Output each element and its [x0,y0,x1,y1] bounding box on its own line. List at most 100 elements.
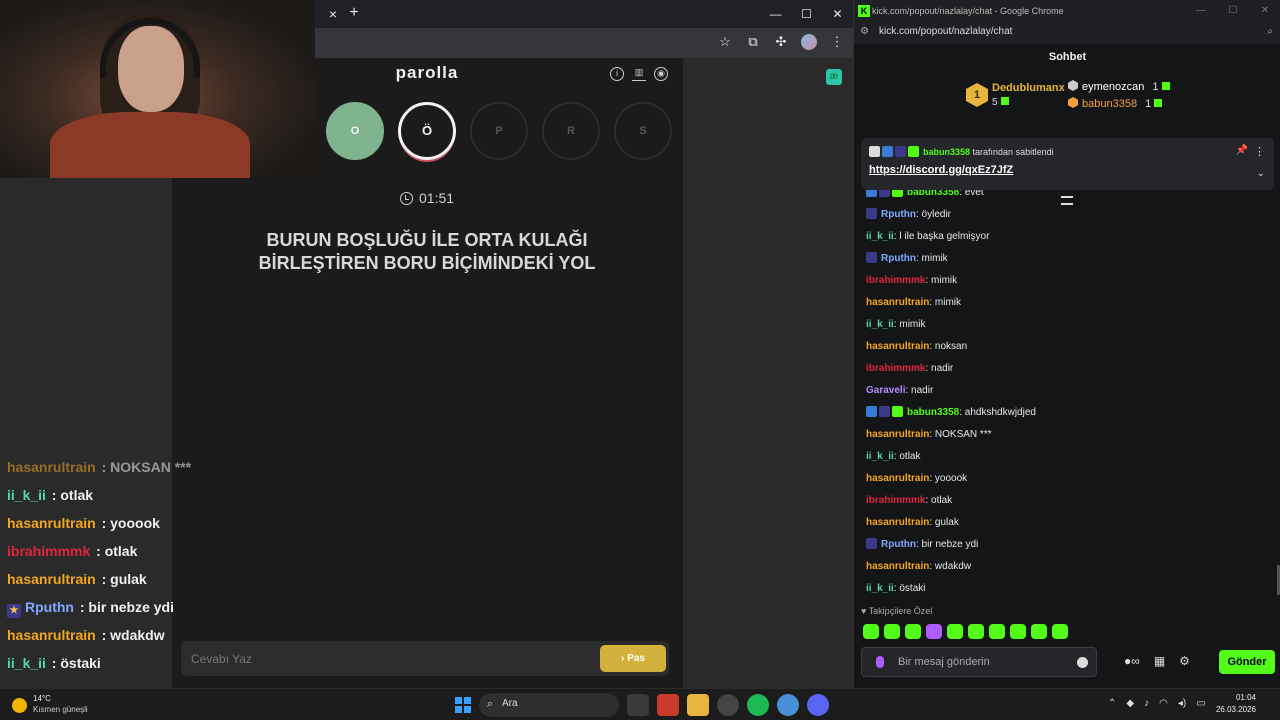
bookmark-star-icon[interactable]: ☆ [717,34,733,53]
app-icon-p[interactable] [657,694,679,716]
chat-username[interactable]: hasanrultrain [866,473,929,484]
emote-bar [863,624,1068,639]
minimize-button[interactable]: — [1185,0,1217,22]
emote-icon[interactable] [863,624,879,639]
site-settings-icon[interactable]: ⚙ [860,22,869,42]
extension-badge-icon[interactable]: æ [826,69,842,85]
emote-icon[interactable] [1031,624,1047,639]
chat-username[interactable]: ibrahimmmk [866,495,925,506]
leaderboard-user[interactable]: eymenozcan [1082,81,1144,93]
maximize-button[interactable]: ☐ [1217,0,1249,22]
chat-username[interactable]: Garaveli [866,385,905,396]
overlay-chat-user: hasanrultrain [7,571,96,587]
address-bar[interactable]: ☆ ⧉ ✣ ⋮ [315,28,853,58]
minimize-button[interactable]: — [760,0,791,28]
chat-message-text: : yooook [929,473,968,484]
overlay-chat-line: ii_k_ii : otlak [7,484,257,512]
chevron-down-icon[interactable]: ⌄ [1257,168,1265,179]
chat-window-titlebar: K kick.com/popout/nazlalay/chat - Google… [854,0,1280,22]
gift-badge-icon [892,406,903,417]
chat-message-list: babun3358: evet Rputhn: öyledir ii_k_ii: l… [866,185,1266,603]
chat-username[interactable]: hasanrultrain [866,429,929,440]
chat-username[interactable]: Rputhn [881,253,916,264]
new-tab-button[interactable]: + [346,5,362,21]
close-tab-icon[interactable]: × [325,6,341,22]
emote-icon[interactable] [1052,624,1068,639]
profile-avatar[interactable] [801,34,817,53]
microphone-icon[interactable] [876,656,884,668]
chat-username[interactable]: Rputhn [881,209,916,220]
close-window-button[interactable]: ✕ [822,0,853,28]
emoji-icon[interactable] [1077,657,1088,668]
chat-username[interactable]: hasanrultrain [866,297,929,308]
overlay-chat-text: : gulak [97,571,147,587]
unpin-icon[interactable]: 📌 [1236,145,1248,156]
windows-taskbar: 14°C Kısmen güneşli ⌕ Ara ⌃ ◆ ♪ ◠ ◂) ▭ 0… [0,688,1280,720]
leaderboard-user[interactable]: babun3358 [1082,98,1137,110]
steam-tray-icon[interactable]: ◆ [1126,698,1134,709]
emote-icon[interactable] [905,624,921,639]
profile-icon[interactable]: ◉ [654,67,668,81]
battery-icon[interactable]: ▭ [1196,698,1205,709]
chat-username[interactable]: ii_k_ii [866,583,894,594]
file-explorer-icon[interactable] [687,694,709,716]
chat-username[interactable]: Rputhn [881,539,916,550]
leaderboard-first-user[interactable]: Dedublumanx [992,82,1065,94]
store-icon[interactable]: ▦ [1154,654,1165,668]
pass-button[interactable]: › Pas [600,645,666,672]
overlay-chat-user: hasanrultrain [7,515,96,531]
chat-username[interactable]: ibrahimmmk [866,363,925,374]
more-options-icon[interactable]: ⋮ [1254,145,1265,158]
chat-username[interactable]: ii_k_ii [866,319,894,330]
maximize-button[interactable]: ☐ [791,0,822,28]
window-controls: — ☐ ✕ [760,0,853,28]
task-view-icon[interactable] [627,694,649,716]
extensions-icon[interactable]: ✣ [773,34,789,53]
settings-gear-icon[interactable]: ⚙ [1179,654,1190,668]
gift-icon [1154,99,1163,107]
emote-icon[interactable] [1010,624,1026,639]
chat-username[interactable]: hasanrultrain [866,561,929,572]
volume-icon[interactable]: ◂) [1178,698,1186,709]
chat-username[interactable]: ibrahimmmk [866,275,925,286]
chevron-up-icon[interactable]: ⌃ [1108,698,1116,709]
translate-icon[interactable]: ⧉ [745,34,761,53]
zoom-icon[interactable]: ⌕ [1267,22,1273,42]
start-button[interactable] [455,697,471,713]
emote-icon[interactable] [989,624,1005,639]
emote-icon[interactable] [884,624,900,639]
emote-icon[interactable] [968,624,984,639]
close-window-button[interactable]: ✕ [1249,0,1280,22]
gift-badge-icon [908,146,919,157]
chrome-icon[interactable] [777,694,799,716]
wifi-icon[interactable]: ◠ [1159,698,1168,709]
chat-username[interactable]: ii_k_ii [866,451,894,462]
taskbar-search[interactable]: ⌕ Ara [479,693,619,717]
overlay-chat-text: : NOKSAN *** [97,459,192,475]
send-button[interactable]: Gönder [1219,650,1275,674]
pinned-link[interactable]: https://discord.gg/qxEz7JfZ [869,164,1013,176]
chat-message-input[interactable] [898,648,1078,676]
chat-address-bar[interactable]: ⚙ kick.com/popout/nazlalay/chat ⌕ [854,22,1280,44]
info-icon[interactable]: i [610,67,624,81]
browser-menu-icon[interactable]: ⋮ [829,34,845,53]
emote-icon[interactable] [926,624,942,639]
discord-icon[interactable] [807,694,829,716]
overlay-chat-line: hasanrultrain : gulak [7,568,257,596]
steam-icon[interactable] [717,694,739,716]
chat-username[interactable]: hasanrultrain [866,517,929,528]
mic-tray-icon[interactable]: ♪ [1144,698,1149,709]
rank-badge-icon [1068,80,1078,91]
overlay-chat-user: ibrahimmmk [7,543,91,559]
chat-username[interactable]: hasanrultrain [866,341,929,352]
chat-message-text: : öyledir [916,209,952,220]
overlay-chat-user: ii_k_ii [7,655,46,671]
taskbar-clock[interactable]: 01:04 26.03.2026 [1216,692,1256,716]
chat-username[interactable]: ii_k_ii [866,231,894,242]
chat-username[interactable]: babun3358 [907,407,959,418]
stats-icon[interactable]: ▥ [632,67,646,81]
emote-icon[interactable] [947,624,963,639]
clock-time: 01:04 [1235,693,1256,702]
spotify-icon[interactable] [747,694,769,716]
users-icon[interactable]: ●∞ [1124,654,1140,668]
